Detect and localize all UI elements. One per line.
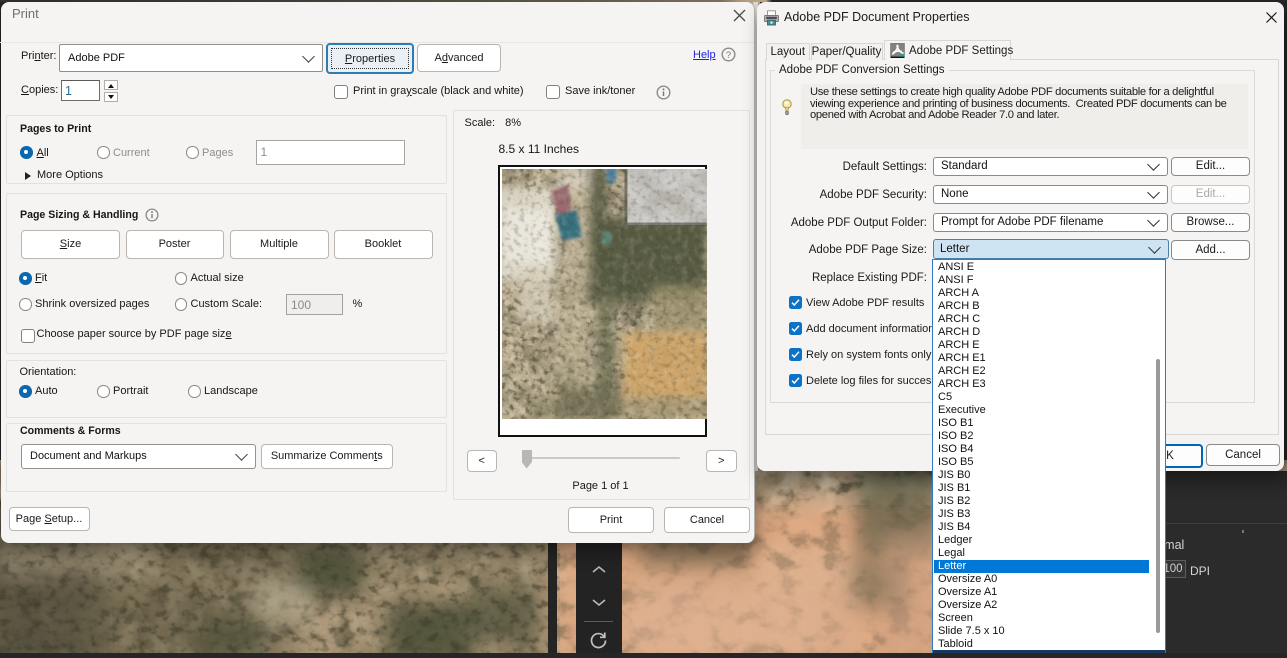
svg-text:?: ? [726, 50, 731, 61]
